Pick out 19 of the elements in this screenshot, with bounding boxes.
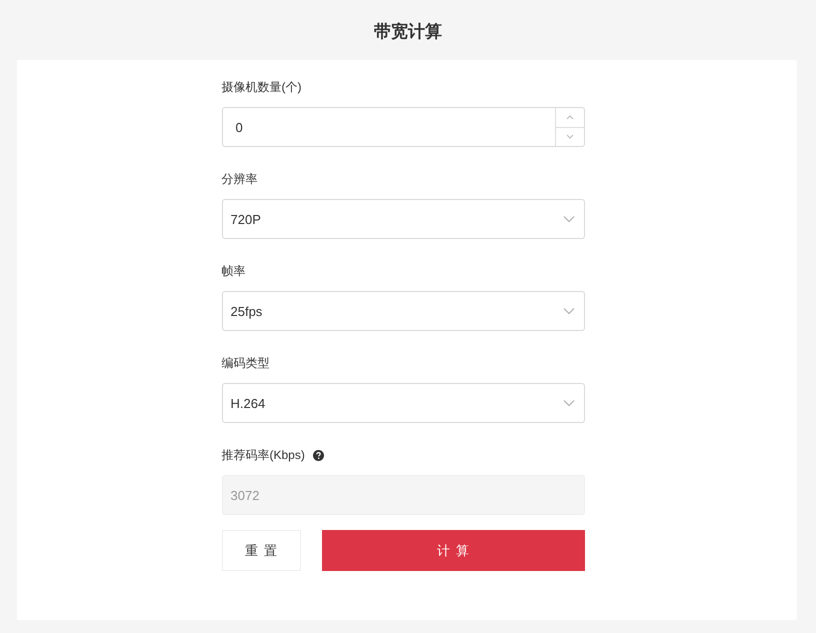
field-label: 摄像机数量(个): [222, 78, 302, 96]
reset-button[interactable]: 重置: [222, 530, 300, 571]
page-title: 带宽计算: [373, 21, 443, 43]
caret-icon: [562, 307, 574, 315]
caret-icon: [566, 134, 574, 140]
field-label: 帧率: [222, 262, 246, 280]
select-dropdown[interactable]: 25fps: [222, 291, 584, 331]
select-dropdown[interactable]: 720P: [222, 199, 584, 239]
field-label: 编码类型: [222, 354, 270, 372]
readonly-field: 3072: [222, 475, 584, 515]
field-label: 推荐码率(Kbps): [222, 446, 305, 464]
help-icon[interactable]: [312, 450, 324, 460]
calculate-button[interactable]: 计算: [322, 530, 584, 571]
field-label: 分辨率: [222, 170, 258, 188]
number-input[interactable]: 0: [222, 107, 584, 147]
caret-icon: [562, 399, 574, 407]
caret-icon: [566, 114, 574, 120]
select-dropdown[interactable]: H.264: [222, 383, 584, 423]
caret-icon: [562, 215, 574, 223]
